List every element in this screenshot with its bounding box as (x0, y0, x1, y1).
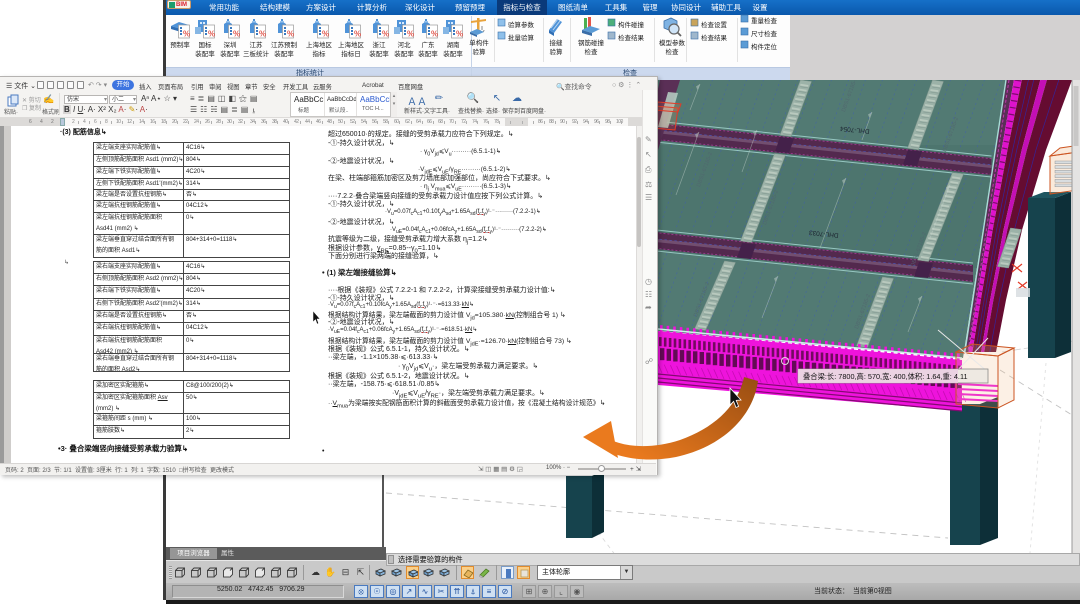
svg-text:%: % (322, 30, 329, 39)
svg-text:%: % (287, 30, 294, 39)
svg-text:%: % (208, 30, 215, 39)
svg-text:%: % (233, 30, 240, 39)
svg-text:叠合梁:长: 7800,高: 570,宽: 400,体积:: 叠合梁:长: 7800,高: 570,宽: 400,体积: 1.64,重: 4.… (803, 372, 968, 381)
svg-text:%: % (259, 30, 266, 39)
svg-text:%: % (382, 30, 389, 39)
svg-text:%: % (354, 30, 361, 39)
svg-text:%: % (183, 30, 190, 39)
svg-text:%: % (431, 30, 438, 39)
svg-text:%: % (407, 30, 414, 39)
